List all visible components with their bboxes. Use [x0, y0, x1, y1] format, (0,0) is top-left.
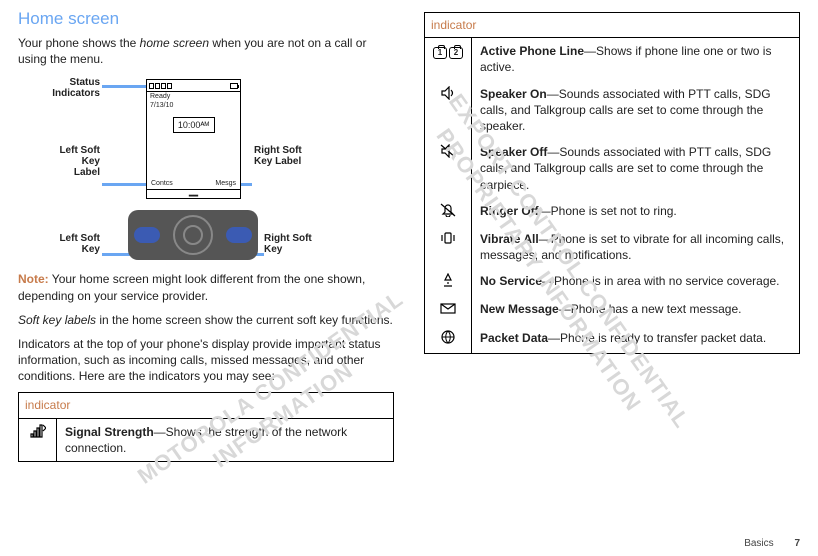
- intro-paragraph: Your phone shows the home screen when yo…: [18, 35, 394, 67]
- screen-sk-left: Contcs: [151, 179, 173, 188]
- screen-date: 7/13/10: [147, 101, 240, 112]
- indicator-header: indicator: [425, 13, 800, 38]
- table-row: No Service—Phone is in area with no serv…: [425, 268, 800, 296]
- active-line-icon: 12: [425, 38, 472, 81]
- callout-right-softkey-label: Right Soft Key Label: [254, 145, 314, 167]
- ind-text: —Phone is ready to transfer packet data.: [548, 331, 766, 345]
- callout-right-softkey: Right Soft Key: [264, 233, 324, 255]
- indicator-header: indicator: [19, 393, 394, 418]
- brand-row-icon: ▂▂: [147, 189, 240, 198]
- ind-text: —Phone is in area with no service covera…: [542, 274, 779, 288]
- left-column: Home screen Your phone shows the home sc…: [18, 8, 394, 462]
- speaker-on-icon: [425, 81, 472, 140]
- table-row: 12 Active Phone Line—Shows if phone line…: [425, 38, 800, 81]
- ind-name: Active Phone Line: [480, 44, 584, 58]
- indicator-desc: Speaker Off—Sounds associated with PTT c…: [472, 139, 800, 198]
- indicator-table-right: indicator 12 Active Phone Line—Shows if …: [424, 12, 800, 354]
- ind-text: —Phone is set not to ring.: [539, 204, 677, 218]
- indicator-desc: New Message—Phone has a new text message…: [472, 296, 800, 324]
- statusbar-icon: [147, 80, 240, 92]
- screen-ready: Ready: [147, 92, 240, 101]
- table-row: Signal Strength—Shows the strength of th…: [19, 418, 394, 461]
- callout-status-indicators: Status Indicators: [36, 77, 100, 99]
- speaker-off-icon: [425, 139, 472, 198]
- indicator-desc: Packet Data—Phone is ready to transfer p…: [472, 325, 800, 354]
- p2-a: Soft key labels: [18, 313, 96, 327]
- indicator-desc: Ringer Off—Phone is set not to ring.: [472, 198, 800, 226]
- ind-name: Speaker On: [480, 87, 547, 101]
- new-message-icon: [425, 296, 472, 324]
- p2-b: in the home screen show the current soft…: [96, 313, 393, 327]
- indicator-table-left: indicator Signal Strength—Shows the stre…: [18, 392, 394, 462]
- phone-diagram: Status Indicators Left Soft Key Label Ri…: [18, 75, 394, 265]
- softkey-paragraph: Soft key labels in the home screen show …: [18, 312, 394, 328]
- note-label: Note:: [18, 272, 49, 286]
- indicator-desc: No Service—Phone is in area with no serv…: [472, 268, 800, 296]
- callout-left-softkey-label: Left Soft Key Label: [54, 145, 100, 178]
- table-row: Vibrate All—Phone is set to vibrate for …: [425, 226, 800, 268]
- section-heading: Home screen: [18, 8, 394, 31]
- page-footer: Basics 7: [744, 537, 800, 551]
- ind-name: No Service: [480, 274, 542, 288]
- ind-text: —Phone has a new text message.: [559, 302, 742, 316]
- table-row: New Message—Phone has a new text message…: [425, 296, 800, 324]
- indicators-paragraph: Indicators at the top of your phone's di…: [18, 336, 394, 385]
- screen-time: 10:00ᴬᴹ: [173, 117, 215, 133]
- indicator-desc: Active Phone Line—Shows if phone line on…: [472, 38, 800, 81]
- ind-name: Ringer Off: [480, 204, 539, 218]
- ind-name: New Message: [480, 302, 559, 316]
- right-softkey-button-icon: [226, 227, 252, 243]
- table-row: Packet Data—Phone is ready to transfer p…: [425, 325, 800, 354]
- ringer-off-icon: [425, 198, 472, 226]
- table-row: Ringer Off—Phone is set not to ring.: [425, 198, 800, 226]
- table-row: Speaker On—Sounds associated with PTT ca…: [425, 81, 800, 140]
- indicator-desc: Signal Strength—Shows the strength of th…: [57, 418, 394, 461]
- ind-name: Signal Strength: [65, 425, 154, 439]
- footer-page-number: 7: [794, 538, 800, 549]
- callout-left-softkey: Left Soft Key: [54, 233, 100, 255]
- footer-section: Basics: [744, 538, 773, 549]
- indicator-desc: Vibrate All—Phone is set to vibrate for …: [472, 226, 800, 268]
- signal-strength-icon: [19, 418, 57, 461]
- intro-a: Your phone shows the: [18, 36, 140, 50]
- ind-name: Speaker Off: [480, 145, 547, 159]
- intro-em: home screen: [140, 36, 209, 50]
- left-softkey-button-icon: [134, 227, 160, 243]
- ind-name: Packet Data: [480, 331, 548, 345]
- note-text: Your home screen might look different fr…: [18, 272, 365, 302]
- vibrate-all-icon: [425, 226, 472, 268]
- indicator-desc: Speaker On—Sounds associated with PTT ca…: [472, 81, 800, 140]
- ind-name: Vibrate All: [480, 232, 539, 246]
- phone-screen: Ready 7/13/10 10:00ᴬᴹ Contcs Mesgs ▂▂: [146, 79, 241, 199]
- right-column: indicator 12 Active Phone Line—Shows if …: [424, 8, 800, 462]
- dpad-icon: [173, 215, 213, 255]
- phone-keypad: [128, 210, 258, 260]
- packet-data-icon: [425, 325, 472, 354]
- no-service-icon: [425, 268, 472, 296]
- table-row: Speaker Off—Sounds associated with PTT c…: [425, 139, 800, 198]
- screen-sk-right: Mesgs: [215, 179, 236, 188]
- note-paragraph: Note: Your home screen might look differ…: [18, 271, 394, 303]
